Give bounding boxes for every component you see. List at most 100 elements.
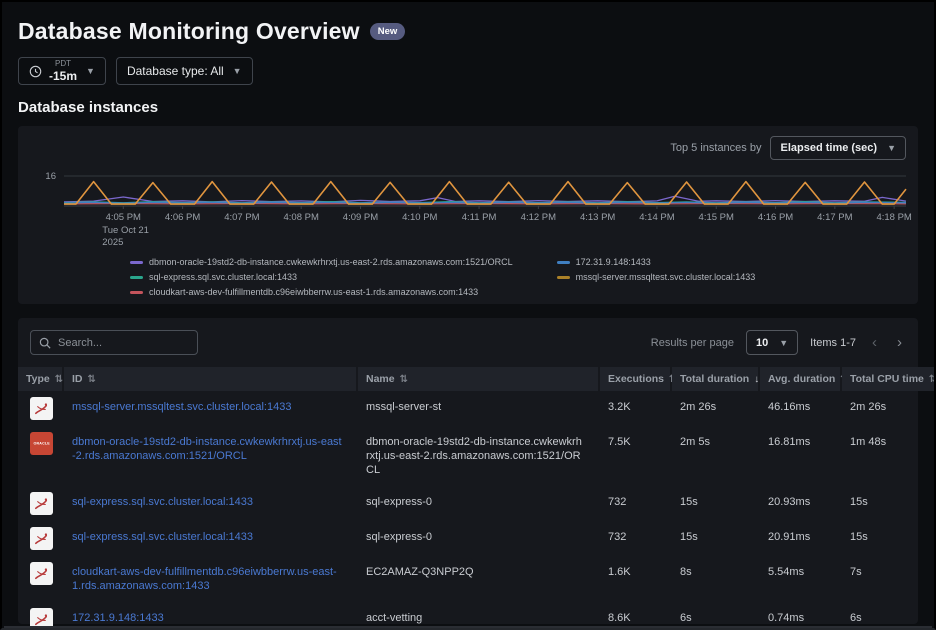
chevron-down-icon: ▼ (233, 66, 242, 76)
instance-id-link[interactable]: 172.31.9.148:1433 (72, 612, 164, 624)
total-duration-cell: 15s (672, 521, 758, 556)
section-title: Database instances (18, 99, 918, 116)
app-window: Database Monitoring Overview New PDT -15… (0, 0, 936, 630)
results-per-page-select[interactable]: 10 ▼ (746, 330, 798, 355)
x-axis-tick: 4:06 PM (165, 212, 200, 223)
name-cell: sql-express-0 (358, 486, 598, 521)
x-axis-tick: 4:05 PM (106, 212, 141, 223)
name-cell: sql-express-0 (358, 521, 598, 556)
series-line-0 (64, 196, 906, 202)
legend-item[interactable]: cloudkart-aws-dev-fulfillmentdb.c96eiwbb… (130, 286, 513, 299)
previous-page-button[interactable]: ‹ (868, 334, 881, 351)
table-body: mssql-server.mssqltest.svc.cluster.local… (18, 391, 918, 630)
sqlserver-db-icon (30, 527, 53, 550)
type-cell (18, 391, 62, 426)
executions-cell: 732 (600, 486, 670, 521)
legend-swatch (557, 276, 570, 279)
total-duration-cell: 2m 26s (672, 391, 758, 426)
timezone-label: PDT (55, 60, 71, 68)
column-header-total-cpu-time[interactable]: Total CPU time⇅ (842, 367, 936, 391)
legend-label: dbmon-oracle-19std2-db-instance.cwkewkrh… (149, 256, 513, 269)
window-bottom-edge (4, 626, 932, 628)
legend-label: mssql-server.mssqltest.svc.cluster.local… (576, 271, 756, 284)
executions-cell: 732 (600, 521, 670, 556)
new-badge: New (370, 23, 406, 40)
instance-id-link[interactable]: sql-express.sql.svc.cluster.local:1433 (72, 531, 253, 543)
x-axis-tick: 4:15 PM (699, 212, 734, 223)
name-cell: mssql-server-st (358, 391, 598, 426)
range-label: -15m (49, 70, 77, 82)
x-axis-tick: 4:16 PM (758, 212, 793, 223)
id-cell: sql-express.sql.svc.cluster.local:1433 (64, 486, 356, 521)
x-axis-tick: 4:12 PM (521, 212, 556, 223)
x-axis-tick: 4:14 PM (639, 212, 674, 223)
column-header-label: Total CPU time (850, 373, 924, 385)
column-header-total-duration[interactable]: Total duration↓ (672, 367, 758, 391)
instance-id-link[interactable]: cloudkart-aws-dev-fulfillmentdb.c96eiwbb… (72, 566, 337, 592)
toolbar: PDT -15m ▼ Database type: All ▼ (18, 57, 918, 85)
total-cpu-cell: 15s (842, 486, 918, 521)
legend-item[interactable]: 172.31.9.148:1433 (557, 256, 756, 269)
type-cell (18, 486, 62, 521)
chart-legend: dbmon-oracle-19std2-db-instance.cwkewkrh… (130, 256, 906, 299)
table-row: sql-express.sql.svc.cluster.local:1433 sq… (18, 521, 918, 556)
oracle-db-icon: ORACLE (30, 432, 53, 455)
series-line-3 (64, 202, 906, 203)
search-input-wrapper (30, 330, 198, 355)
database-type-filter[interactable]: Database type: All ▼ (116, 57, 253, 85)
y-axis-tick: 16 (45, 171, 56, 182)
sort-icon: ⇅ (88, 374, 96, 385)
instance-id-link[interactable]: dbmon-oracle-19std2-db-instance.cwkewkrh… (72, 436, 342, 462)
x-axis-date-label: 2025 (102, 237, 123, 248)
legend-item[interactable]: dbmon-oracle-19std2-db-instance.cwkewkrh… (130, 256, 513, 269)
items-range-label: Items 1-7 (810, 337, 856, 349)
column-header-label: Name (366, 373, 395, 385)
table-row: mssql-server.mssqltest.svc.cluster.local… (18, 391, 918, 426)
clock-icon (29, 65, 42, 78)
id-cell: sql-express.sql.svc.cluster.local:1433 (64, 521, 356, 556)
type-cell: ORACLE (18, 426, 62, 486)
legend-swatch (130, 276, 143, 279)
total-cpu-cell: 7s (842, 556, 918, 602)
sort-icon: ↓ (754, 374, 759, 385)
legend-swatch (130, 261, 143, 264)
metric-selector-value: Elapsed time (sec) (780, 142, 877, 154)
line-chart[interactable]: 164:05 PM4:06 PM4:07 PM4:08 PM4:09 PM4:1… (30, 160, 910, 252)
avg-duration-cell: 20.93ms (760, 486, 840, 521)
column-header-label: Avg. duration (768, 373, 835, 385)
column-header-name[interactable]: Name ⇅ (358, 367, 598, 391)
x-axis-tick: 4:13 PM (580, 212, 615, 223)
time-range-picker[interactable]: PDT -15m ▼ (18, 57, 106, 85)
column-header-executions[interactable]: Executions⇅ (600, 367, 670, 391)
table-header-row: Type⇅ID⇅Name⇅Executions⇅Total duration↓A… (18, 367, 918, 391)
legend-swatch (557, 261, 570, 264)
id-cell: mssql-server.mssqltest.svc.cluster.local… (64, 391, 356, 426)
instances-table-panel: Results per page 10 ▼ Items 1-7 ‹ › Type… (18, 318, 918, 624)
legend-item[interactable]: mssql-server.mssqltest.svc.cluster.local… (557, 271, 756, 284)
legend-item[interactable]: sql-express.sql.svc.cluster.local:1433 (130, 271, 513, 284)
x-axis-tick: 4:18 PM (876, 212, 911, 223)
search-input[interactable] (58, 337, 178, 349)
column-header-type[interactable]: Type⇅ (18, 367, 62, 391)
next-page-button[interactable]: › (893, 334, 906, 351)
instance-id-link[interactable]: mssql-server.mssqltest.svc.cluster.local… (72, 401, 291, 413)
x-axis-tick: 4:07 PM (224, 212, 259, 223)
search-icon (39, 337, 51, 349)
legend-swatch (130, 291, 143, 294)
type-cell (18, 556, 62, 602)
total-cpu-cell: 2m 26s (842, 391, 918, 426)
legend-label: sql-express.sql.svc.cluster.local:1433 (149, 271, 297, 284)
column-header-id[interactable]: ID ⇅ (64, 367, 356, 391)
page-title: Database Monitoring Overview (18, 18, 360, 45)
table-row: ORACLE dbmon-oracle-19std2-db-instance.cw… (18, 426, 918, 486)
total-cpu-cell: 1m 48s (842, 426, 918, 486)
chevron-down-icon: ▼ (887, 143, 896, 153)
x-axis-tick: 4:10 PM (402, 212, 437, 223)
column-header-label: ID (72, 373, 83, 385)
metric-selector[interactable]: Elapsed time (sec) ▼ (770, 136, 906, 160)
sort-icon: ⇅ (400, 374, 408, 385)
database-type-label: Database type: All (127, 64, 224, 78)
top5-label: Top 5 instances by (670, 142, 761, 154)
column-header-avg-duration[interactable]: Avg. duration⇅ (760, 367, 840, 391)
instance-id-link[interactable]: sql-express.sql.svc.cluster.local:1433 (72, 496, 253, 508)
